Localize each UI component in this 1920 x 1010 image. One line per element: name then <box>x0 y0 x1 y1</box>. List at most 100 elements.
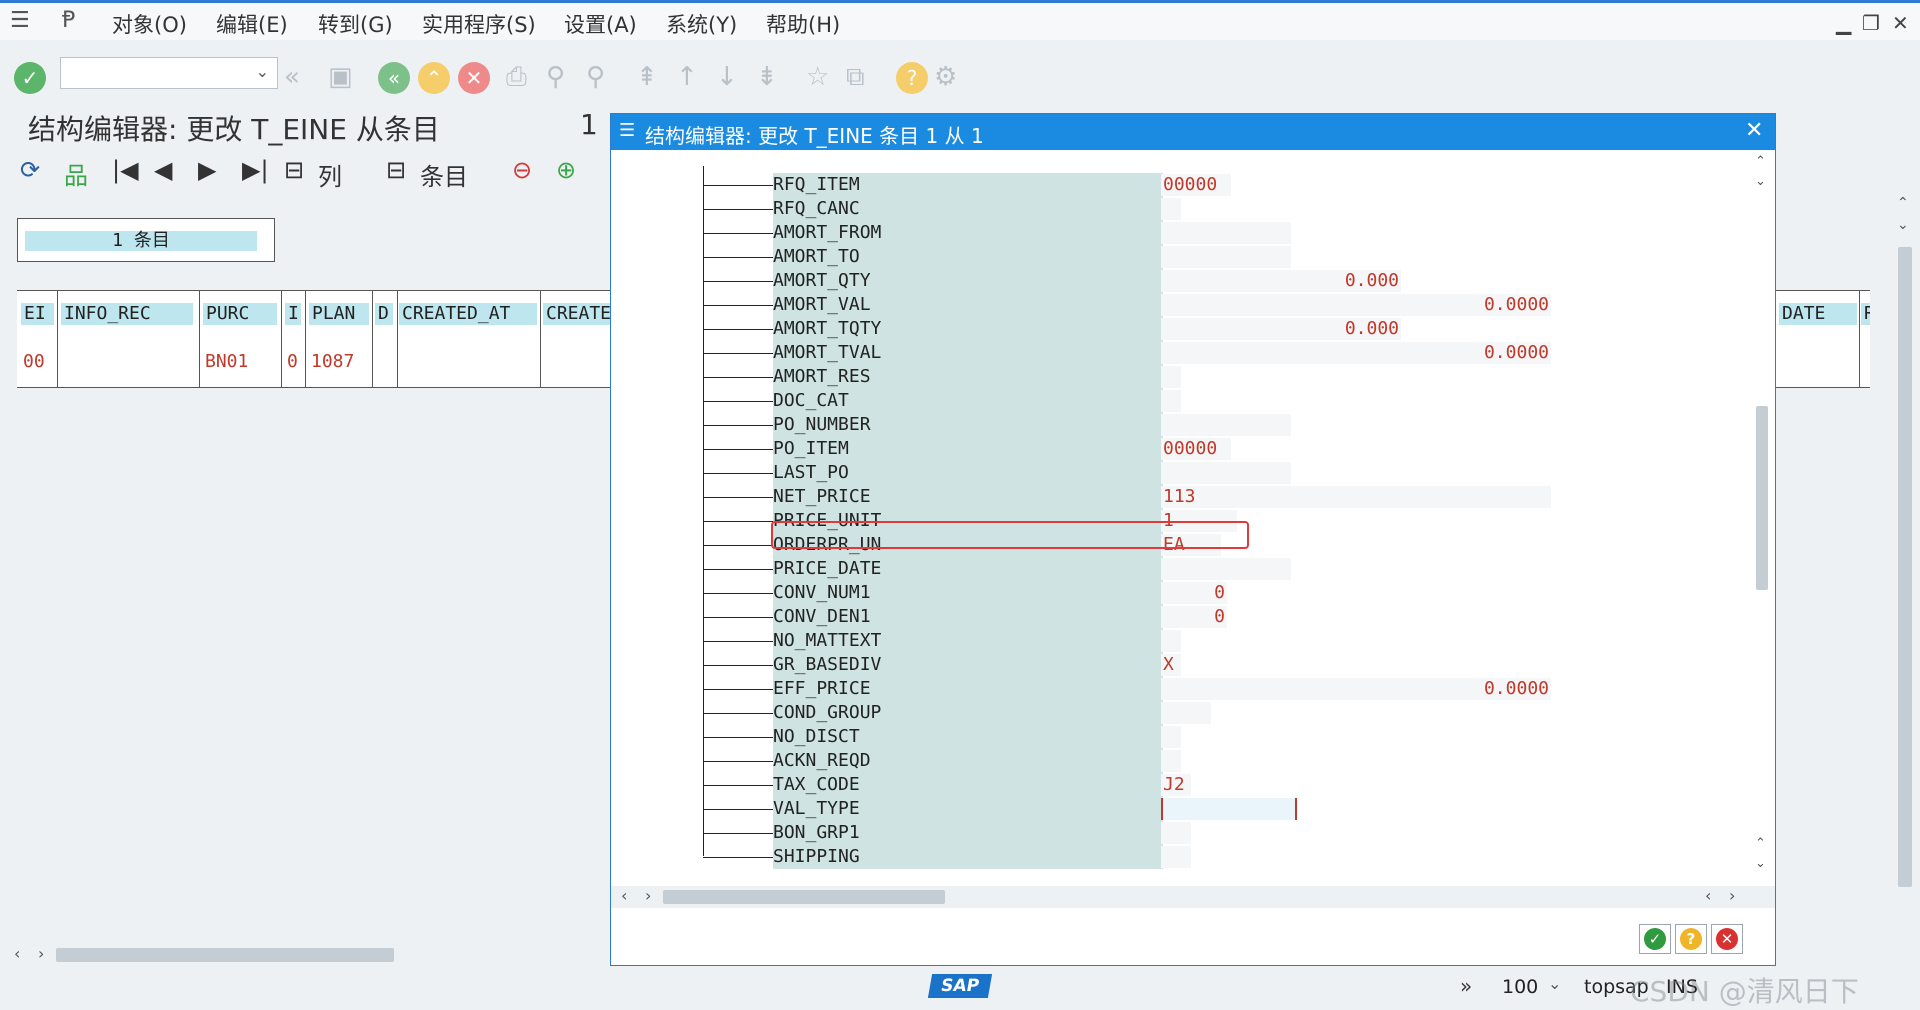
scroll-right-icon[interactable]: › <box>38 944 44 963</box>
table-cell[interactable]: 1087 <box>311 351 354 372</box>
scroll-down-icon[interactable]: ⌄ <box>1755 856 1766 871</box>
last-entry-icon[interactable]: ▶| <box>242 156 269 184</box>
dialog-horizontal-scrollbar[interactable]: ‹ › ‹ › <box>611 886 1775 908</box>
table-cell[interactable]: 0 <box>287 351 298 372</box>
field-value[interactable] <box>1163 197 1179 221</box>
new-session-icon[interactable]: ☆ <box>806 62 829 92</box>
minimize-icon[interactable]: ▁ <box>1836 11 1851 35</box>
field-value[interactable]: 0.0000 <box>1163 677 1549 701</box>
column-header[interactable]: R <box>1861 303 1870 325</box>
expand-status-icon[interactable]: » <box>1460 974 1472 998</box>
field-value[interactable] <box>1163 365 1179 389</box>
entry-icon[interactable]: ⊟ <box>386 156 406 184</box>
menu-icon[interactable]: ☰ <box>10 8 30 33</box>
field-value[interactable] <box>1163 461 1289 485</box>
zoom-dropdown-icon[interactable]: ⌄ <box>1548 974 1561 993</box>
prev-page-icon[interactable]: ↑ <box>676 62 698 92</box>
refresh-icon[interactable]: ⟳ <box>20 156 40 184</box>
insert-entry-icon[interactable]: ⊕ <box>556 156 576 184</box>
scroll-up-icon[interactable]: ⌃ <box>1755 154 1766 169</box>
table-cell[interactable]: 00 <box>23 351 45 372</box>
field-value[interactable] <box>1163 629 1179 653</box>
scroll-right-icon[interactable]: › <box>645 886 651 905</box>
first-entry-icon[interactable]: |◀ <box>112 156 139 184</box>
field-value[interactable] <box>1163 389 1179 413</box>
field-value[interactable] <box>1163 749 1179 773</box>
save-icon[interactable]: ▣ <box>328 62 353 92</box>
entry-button-label[interactable]: 条目 <box>420 157 468 192</box>
dialog-vertical-scrollbar[interactable]: ⌃ ⌄ ⌃ ⌄ <box>1751 150 1773 886</box>
first-page-icon[interactable]: ⇞ <box>636 62 658 92</box>
field-value[interactable] <box>1163 845 1189 869</box>
menu-item-system[interactable]: 系统(Y) <box>666 9 737 39</box>
field-value[interactable]: 0.0000 <box>1163 341 1549 365</box>
last-page-icon[interactable]: ⇟ <box>756 62 778 92</box>
column-icon[interactable]: ⊟ <box>284 156 304 184</box>
menu-item-edit[interactable]: 编辑(E) <box>216 9 288 39</box>
field-value[interactable]: 00000 <box>1163 437 1229 461</box>
scroll-left-icon[interactable]: ‹ <box>14 944 20 963</box>
cancel-icon[interactable]: ✕ <box>458 62 490 94</box>
menu-item-object[interactable]: 对象(O) <box>112 9 187 39</box>
dialog-menu-icon[interactable]: ☰ <box>619 120 635 141</box>
hierarchy-icon[interactable]: 品 <box>64 156 88 191</box>
field-value[interactable] <box>1163 701 1209 725</box>
find-next-icon[interactable]: ⚲ <box>586 62 605 92</box>
column-header[interactable]: CREATED_AT <box>399 303 537 325</box>
command-field[interactable]: ⌄ <box>60 57 278 89</box>
field-value[interactable]: X <box>1163 653 1179 677</box>
delete-entry-icon[interactable]: ⊖ <box>512 156 532 184</box>
scroll-up-icon[interactable]: ⌃ <box>1897 195 1909 211</box>
table-cell[interactable]: BN01 <box>205 351 248 372</box>
zoom-value[interactable]: 100 <box>1502 976 1538 998</box>
column-button-label[interactable]: 列 <box>318 157 342 192</box>
field-value[interactable] <box>1163 821 1189 845</box>
settings-icon[interactable]: ⚙ <box>934 62 957 92</box>
print-icon[interactable]: ⎙ <box>506 62 527 93</box>
field-value[interactable] <box>1163 245 1289 269</box>
field-value[interactable] <box>1163 725 1179 749</box>
scroll-left-icon[interactable]: ‹ <box>1705 886 1711 905</box>
next-entry-icon[interactable]: ▶ <box>198 156 216 184</box>
back-double-icon[interactable]: « <box>284 62 300 92</box>
column-header[interactable]: PLAN <box>309 303 369 325</box>
back-icon[interactable]: « <box>378 62 410 94</box>
field-value[interactable]: 0.000 <box>1163 269 1399 293</box>
shortcut-icon[interactable]: ⧉ <box>846 62 865 93</box>
column-header[interactable]: INFO_REC <box>61 303 193 325</box>
cancel-button[interactable]: ✕ <box>1711 924 1743 954</box>
field-value[interactable] <box>1163 797 1295 821</box>
field-value[interactable] <box>1163 413 1289 437</box>
scrollbar-thumb[interactable] <box>1898 247 1912 887</box>
column-header[interactable]: I <box>285 303 301 325</box>
column-header[interactable]: PURC <box>203 303 277 325</box>
field-value[interactable]: 113 <box>1163 485 1549 509</box>
scrollbar-thumb[interactable] <box>663 890 945 904</box>
prev-entry-icon[interactable]: ◀ <box>154 156 172 184</box>
scroll-left-icon[interactable]: ‹ <box>621 886 627 905</box>
field-value[interactable]: 00000 <box>1163 173 1229 197</box>
help-icon[interactable]: ? <box>896 62 928 94</box>
menu-item-utilities[interactable]: 实用程序(S) <box>422 9 536 39</box>
column-header[interactable]: EI <box>21 303 54 325</box>
field-value[interactable]: 0 <box>1163 581 1225 605</box>
enter-icon[interactable]: ✓ <box>14 62 46 94</box>
field-value[interactable] <box>1163 221 1289 245</box>
field-value[interactable]: 0 <box>1163 605 1225 629</box>
column-header[interactable]: DATE <box>1779 303 1857 325</box>
confirm-button[interactable]: ✓ <box>1639 924 1671 954</box>
scroll-up-icon[interactable]: ⌃ <box>1755 836 1766 851</box>
menu-item-goto[interactable]: 转到(G) <box>318 9 393 39</box>
up-icon[interactable]: ⌃ <box>418 62 450 94</box>
field-value[interactable]: J2 <box>1163 773 1189 797</box>
chevron-down-icon[interactable]: ⌄ <box>256 62 269 81</box>
scroll-down-icon[interactable]: ⌄ <box>1755 174 1766 189</box>
menu-item-help[interactable]: 帮助(H) <box>766 9 840 39</box>
menu-item-settings[interactable]: 设置(A) <box>564 9 637 39</box>
field-value[interactable]: 0.0000 <box>1163 293 1549 317</box>
scroll-down-icon[interactable]: ⌄ <box>1897 217 1909 233</box>
restore-icon[interactable]: ❐ <box>1862 11 1880 35</box>
field-value[interactable]: 0.000 <box>1163 317 1399 341</box>
next-page-icon[interactable]: ↓ <box>716 62 738 92</box>
vertical-scrollbar[interactable]: ⌃ ⌄ <box>1895 195 1915 915</box>
